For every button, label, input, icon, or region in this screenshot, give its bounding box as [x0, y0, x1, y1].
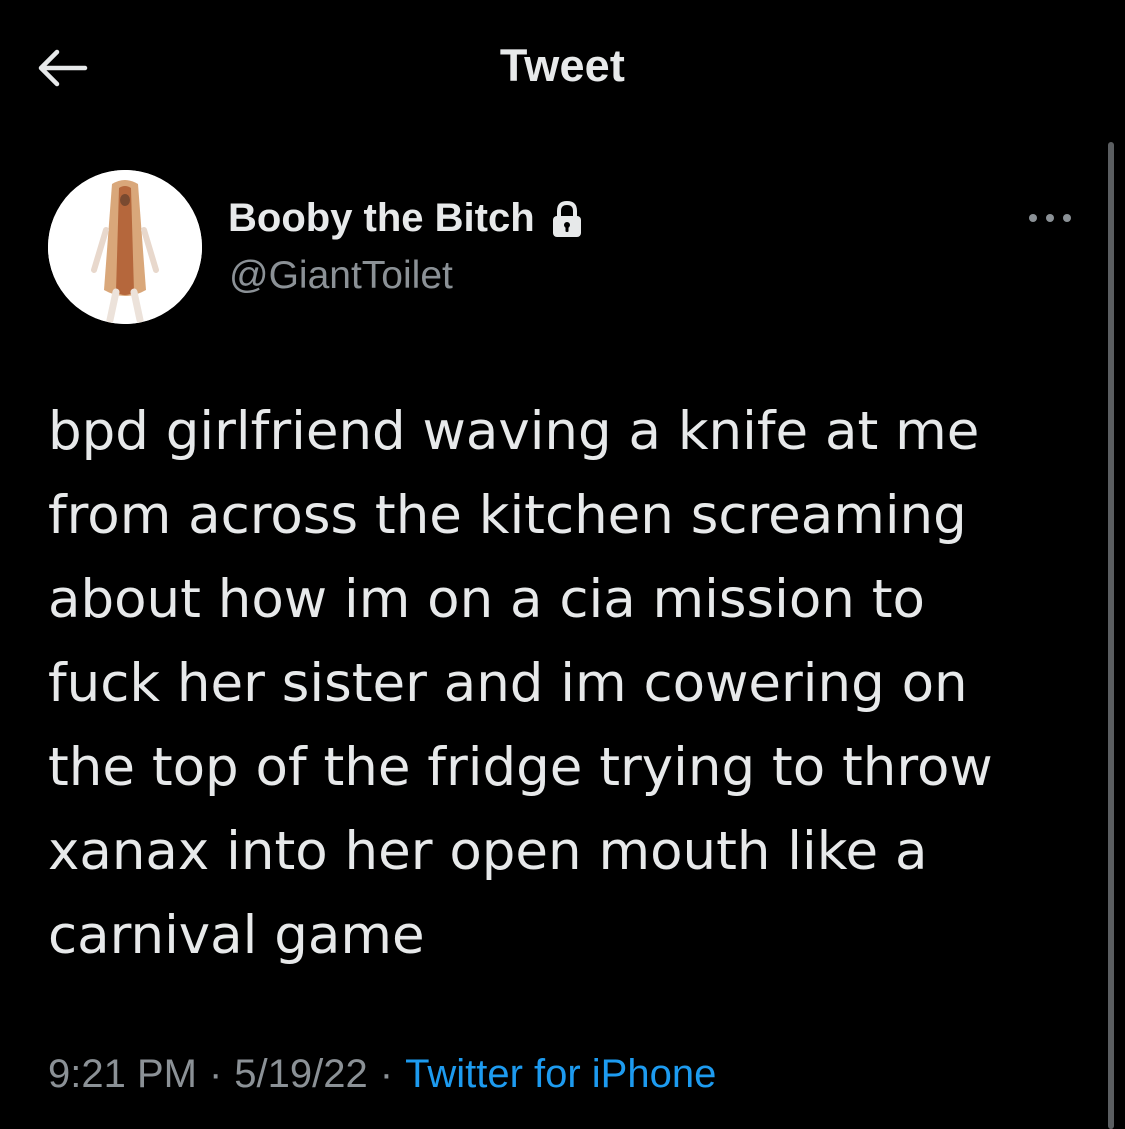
more-horizontal-icon	[1029, 214, 1071, 222]
lock-icon	[547, 197, 587, 241]
tweet-time: 9:21 PM	[48, 1052, 197, 1096]
hotdog-costume-avatar	[48, 170, 202, 324]
meta-separator: ·	[208, 1052, 223, 1096]
page-title: Tweet	[499, 40, 626, 91]
top-bar: Tweet	[0, 0, 1125, 140]
scrollbar[interactable]	[1108, 142, 1114, 1129]
tweet-date: 5/19/22	[234, 1052, 368, 1096]
author-handle[interactable]: @GiantToilet	[229, 254, 453, 298]
avatar[interactable]	[48, 170, 202, 324]
author-name-row[interactable]: Booby the Bitch	[228, 196, 587, 241]
tweet-metadata: 9:21 PM · 5/19/22 · Twitter for iPhone	[48, 1052, 716, 1097]
more-options-button[interactable]	[1020, 200, 1080, 236]
tweet-text: bpd girlfriend waving a knife at me from…	[48, 401, 993, 966]
meta-separator: ·	[379, 1052, 394, 1096]
tweet-source-link[interactable]: Twitter for iPhone	[405, 1052, 716, 1097]
author-display-name[interactable]: Booby the Bitch	[228, 196, 535, 241]
